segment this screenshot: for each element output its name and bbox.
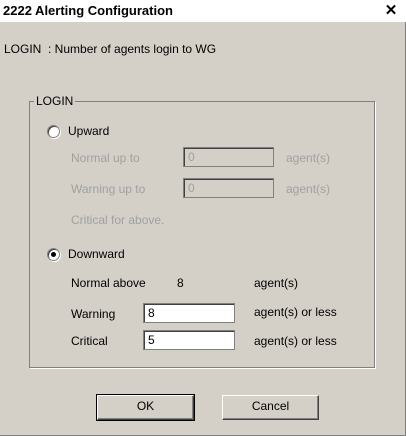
cancel-button[interactable]: Cancel	[222, 395, 319, 420]
upward-normal-field[interactable]: 0	[183, 147, 274, 167]
upward-warning-field[interactable]: 0	[183, 178, 274, 198]
downward-label[interactable]: Downward	[68, 247, 125, 261]
upward-radio[interactable]	[47, 125, 60, 138]
downward-critical-label: Critical	[71, 334, 108, 348]
upward-normal-unit: agent(s)	[286, 151, 331, 165]
upward-normal-label: Normal up to	[71, 151, 140, 165]
downward-normal-unit: agent(s)	[254, 276, 299, 290]
alerting-config-dialog: 2222 Alerting Configuration ✕ LOGIN : Nu…	[0, 0, 406, 436]
groupbox-title: LOGIN	[34, 94, 76, 108]
downward-warning-field[interactable]: 8	[143, 303, 235, 323]
ok-button[interactable]: OK	[96, 394, 195, 421]
downward-warning-unit: agent(s) or less	[254, 305, 337, 319]
login-groupbox	[29, 101, 375, 368]
radio-selected-dot	[51, 252, 56, 257]
description-text: LOGIN : Number of agents login to WG	[4, 42, 217, 56]
downward-critical-unit: agent(s) or less	[254, 334, 337, 348]
upward-critical-label: Critical for above.	[71, 213, 165, 227]
downward-normal-value: 8	[177, 276, 184, 290]
title-bar[interactable]: 2222 Alerting Configuration ✕	[0, 0, 406, 22]
downward-critical-field[interactable]: 5	[143, 330, 235, 350]
downward-warning-label: Warning	[71, 307, 116, 321]
upward-warning-label: Warning up to	[71, 182, 146, 196]
downward-radio[interactable]	[47, 248, 60, 261]
close-icon[interactable]: ✕	[384, 3, 398, 18]
window-title: 2222 Alerting Configuration	[3, 3, 173, 18]
upward-label[interactable]: Upward	[68, 124, 109, 138]
upward-warning-unit: agent(s)	[286, 182, 331, 196]
downward-normal-label: Normal above	[71, 276, 146, 290]
